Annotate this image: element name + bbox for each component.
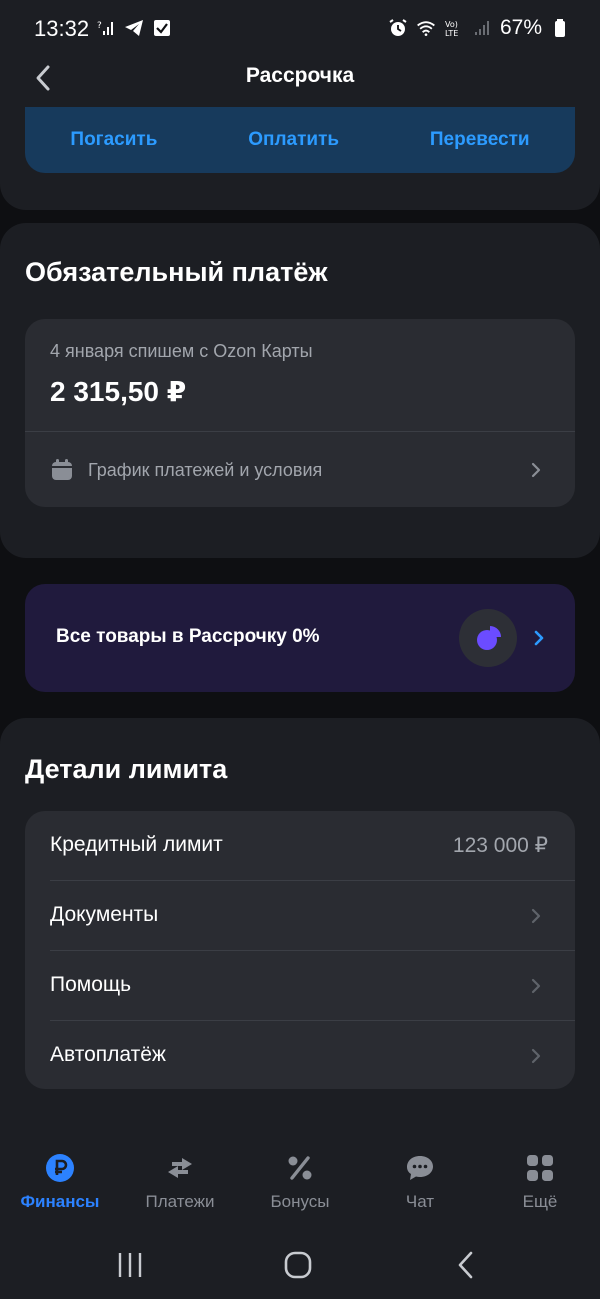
promo-icon-circle	[459, 609, 517, 667]
limit-details-card: Детали лимита Кредитный лимит 123 000 ₽ …	[0, 718, 600, 1158]
system-back-button[interactable]	[446, 1248, 486, 1282]
section-title: Обязательный платёж	[25, 257, 328, 287]
payment-caption: 4 января спишем с Ozon Карты	[50, 341, 313, 361]
recents-icon	[118, 1253, 142, 1277]
quick-actions: Погасить Оплатить Перевести	[25, 107, 575, 173]
row-label: Помощь	[50, 973, 132, 996]
chevron-right-icon	[531, 462, 541, 478]
system-nav-bar	[0, 1230, 600, 1299]
chat-icon	[404, 1152, 436, 1184]
cell-signal-icon	[472, 18, 492, 38]
transfer-button[interactable]: Перевести	[430, 129, 530, 151]
battery-icon	[550, 18, 570, 38]
chevron-right-icon	[531, 908, 541, 924]
grid-icon	[524, 1152, 556, 1184]
status-bar: 13:32 ? Vo) LTE 67%	[0, 0, 600, 56]
home-icon	[284, 1251, 312, 1279]
row-label: Документы	[50, 903, 159, 926]
battery-percent: 67%	[499, 16, 542, 39]
status-time: 13:32	[34, 16, 90, 41]
schedule-link[interactable]: График платежей и условия	[25, 432, 575, 507]
pay-button[interactable]: Оплатить	[248, 129, 339, 151]
nav-chat[interactable]: Чат	[360, 1152, 480, 1222]
credit-limit-row: Кредитный лимит 123 000 ₽	[25, 811, 575, 880]
calendar-icon	[52, 459, 72, 480]
nav-bonuses[interactable]: Бонусы	[240, 1152, 360, 1222]
ruble-icon	[44, 1152, 76, 1184]
nav-payments[interactable]: Платежи	[120, 1152, 240, 1222]
mandatory-payment-card: Обязательный платёж 4 января спишем с Oz…	[0, 223, 600, 558]
autopay-row[interactable]: Автоплатёж	[25, 1021, 575, 1090]
svg-text:?: ?	[97, 21, 102, 31]
documents-row[interactable]: Документы	[25, 881, 575, 950]
repay-button[interactable]: Погасить	[70, 129, 157, 151]
volte-icon: Vo) LTE	[444, 18, 464, 38]
telegram-icon	[124, 18, 144, 38]
svg-text:Vo): Vo)	[445, 20, 458, 29]
payment-amount: 2 315,50 ₽	[50, 376, 187, 407]
back-icon	[458, 1251, 473, 1279]
percent-icon	[284, 1152, 316, 1184]
help-row[interactable]: Помощь	[25, 951, 575, 1020]
transfer-arrows-icon	[164, 1152, 196, 1184]
row-label: Автоплатёж	[50, 1043, 166, 1066]
recent-apps-button[interactable]	[110, 1248, 150, 1282]
signal-unknown-icon: ?	[96, 18, 116, 38]
page-title: Рассрочка	[245, 64, 355, 87]
section-title: Детали лимита	[25, 754, 228, 784]
payment-box: 4 января спишем с Ozon Карты 2 315,50 ₽ …	[25, 319, 575, 507]
nav-more[interactable]: Ещё	[480, 1152, 600, 1222]
wifi-icon	[416, 18, 436, 38]
limit-list: Кредитный лимит 123 000 ₽ Документы Помо…	[25, 811, 575, 1089]
chevron-right-icon	[534, 630, 544, 646]
credit-limit-value: 123 000 ₽	[452, 834, 548, 857]
chevron-right-icon	[531, 1048, 541, 1064]
nav-finance[interactable]: Финансы	[0, 1152, 120, 1222]
pie-chart-icon	[477, 626, 501, 650]
promo-text: Все товары в Рассрочку 0%	[56, 626, 320, 647]
header: Рассрочка	[0, 56, 600, 102]
svg-text:LTE: LTE	[445, 29, 458, 38]
schedule-label: График платежей и условия	[88, 460, 323, 480]
row-label: Кредитный лимит	[50, 833, 223, 856]
bottom-nav: Финансы Платежи Бонусы Чат Ещё	[0, 1130, 600, 1230]
promo-banner[interactable]: Все товары в Рассрочку 0%	[25, 584, 575, 692]
chevron-right-icon	[531, 978, 541, 994]
alarm-icon	[388, 18, 408, 38]
home-button[interactable]	[278, 1248, 318, 1282]
check-box-icon	[152, 18, 172, 38]
